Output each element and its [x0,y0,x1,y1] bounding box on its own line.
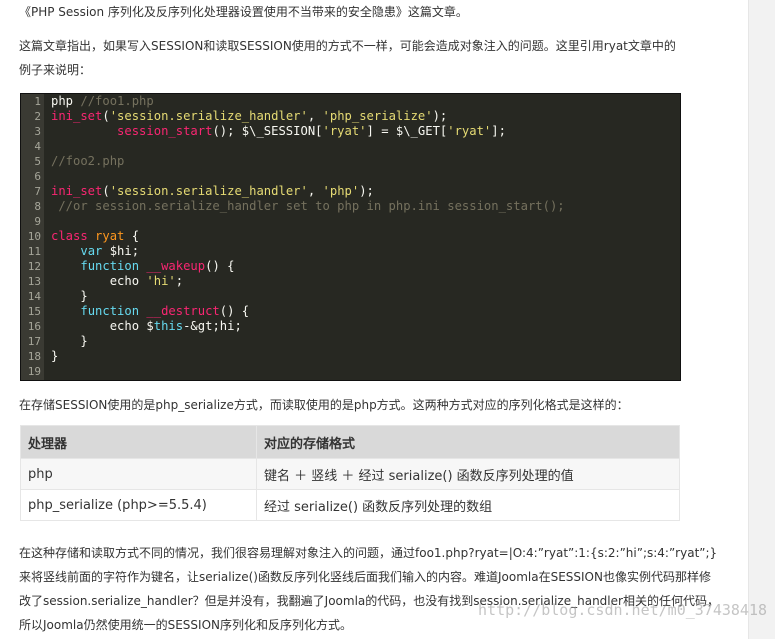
table-cell: php_serialize (php>=5.5.4) [20,489,257,521]
article-mid-paragraph: 在存储SESSION使用的是php_serialize方式，而读取使用的是php… [19,398,629,412]
article-intro-paragraph: 这篇文章指出，如果写入SESSION和读取SESSION使用的方式不一样，可能会… [19,39,676,77]
code-line: 11 var $hi; [27,244,140,258]
code-line: 2 ini_set('session.serialize_handler', 'p… [34,109,448,123]
article-bottom-paragraph: 在这种存储和读取方式不同的情况，我们很容易理解对象注入的问题，通过foo1.ph… [19,546,719,632]
table-cell: 键名 ＋ 竖线 ＋ 经过 serialize() 函数反序列处理的值 [256,458,680,490]
code-line: 16 echo $this-&gt;hi; [27,319,242,333]
code-line: 15 function __destruct() { [27,304,250,318]
code-line: 3 session_start(); $\_SESSION['ryat'] = … [34,124,506,138]
code-line: 6 [34,170,41,183]
code-line: 19 [27,365,41,378]
code-line: 7 ini_set('session.serialize_handler', 'p… [34,184,374,198]
table-header-cell: 处理器 [20,425,257,459]
table-cell: 经过 serialize() 函数反序列处理的数组 [256,489,680,521]
table-row: php_serialize (php>=5.5.4) 经过 serialize(… [20,489,680,521]
article-top-line: 《PHP Session 序列化及反序列化处理器设置使用不当带来的安全隐患》这篇… [19,5,468,19]
table-header-row: 处理器 对应的存储格式 [20,425,680,459]
code-line: 5//foo2.php [34,154,125,168]
table-header-cell: 对应的存储格式 [256,425,680,459]
page-right-gutter [748,0,775,639]
code-line: 8 //or session.serialize_handler set to … [34,199,565,213]
serialize-format-table: 处理器 对应的存储格式 php 键名 ＋ 竖线 ＋ 经过 serialize()… [20,425,680,521]
blog-watermark: http://blog.csdn.net/m0_37438418 [478,601,767,619]
code-line: 9 [34,215,41,228]
code-line: 17 } [27,334,88,348]
code-line: 12 function __wakeup() { [27,259,235,273]
code-line: 14 } [27,289,88,303]
code-line: 1 php //foo1.php [34,94,154,108]
table-row: php 键名 ＋ 竖线 ＋ 经过 serialize() 函数反序列处理的值 [20,458,680,490]
table-cell: php [20,458,257,490]
code-block: 1 php //foo1.php 2 ini_set('session.serial… [20,93,681,381]
code-line: 10 class ryat { [27,229,140,243]
code-line: 18} [27,349,59,363]
code-line: 4 [34,140,41,153]
code-line: 13 echo 'hi'; [27,274,184,288]
